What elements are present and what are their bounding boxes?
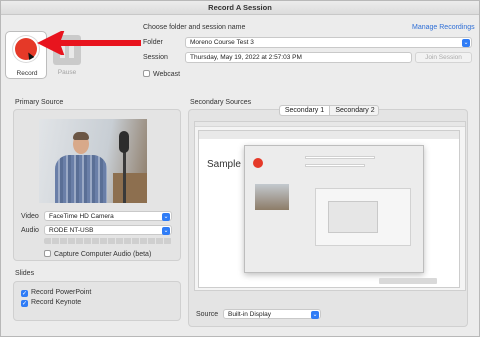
secondary-sources-title: Secondary Sources: [190, 99, 252, 106]
choose-folder-heading: Choose folder and session name: [143, 24, 246, 31]
audio-source-value: RODE NT-USB: [49, 227, 94, 234]
camera-preview: [39, 119, 147, 203]
preview-folder-field: [305, 156, 375, 159]
session-label: Session: [143, 54, 168, 61]
chevron-down-icon: ⌄: [162, 213, 170, 221]
presenter-shirt: [55, 155, 107, 203]
presenter-hair: [73, 132, 89, 140]
record-powerpoint-checkbox[interactable]: ✓ Record PowerPoint: [21, 289, 91, 297]
audio-label: Audio: [21, 227, 39, 234]
primary-source-title: Primary Source: [15, 99, 64, 106]
secondary-source-value: Built-in Display: [228, 311, 271, 318]
capture-audio-label: Capture Computer Audio (beta): [54, 251, 152, 258]
source-label: Source: [196, 311, 219, 318]
camera-shelf: [113, 173, 147, 203]
preview-footer-bar: [379, 278, 437, 284]
record-label: Record: [16, 70, 38, 77]
secondary-source-select[interactable]: Built-in Display ⌄: [223, 309, 321, 319]
webcast-checkbox-box[interactable]: [143, 70, 150, 77]
secondary-tabs: Secondary 1 Secondary 2: [279, 105, 379, 116]
audio-source-select[interactable]: RODE NT-USB ⌄: [44, 225, 172, 235]
tab-secondary-1[interactable]: Secondary 1: [280, 106, 330, 115]
capture-computer-audio-checkbox[interactable]: Capture Computer Audio (beta): [44, 250, 151, 258]
folder-select[interactable]: Moreno Course Test 3 ⌄: [185, 37, 472, 48]
chevron-down-icon: ⌄: [311, 311, 319, 319]
preview-tabbar: [199, 131, 459, 139]
folder-label: Folder: [143, 39, 163, 46]
preview-nested-screen: [328, 201, 378, 233]
preview-inner-screen: [315, 188, 411, 246]
session-name-input[interactable]: Thursday, May 19, 2022 at 2:57:03 PM: [185, 52, 412, 63]
video-label: Video: [21, 213, 39, 220]
preview-menubar: [195, 122, 465, 127]
preview-session-field: [305, 164, 365, 167]
video-source-select[interactable]: FaceTime HD Camera ⌄: [44, 211, 172, 221]
annotation-arrow-icon: [37, 31, 141, 55]
chevron-down-icon: ⌄: [162, 227, 170, 235]
audio-level-meter: [44, 238, 172, 244]
manage-recordings-link[interactable]: Manage Recordings: [412, 24, 475, 31]
record-powerpoint-label: Record PowerPoint: [31, 289, 92, 296]
microphone-icon: [119, 131, 129, 153]
check-icon[interactable]: ✓: [21, 290, 28, 297]
preview-record-icon: [253, 158, 263, 168]
screen-preview: Sample Course: [194, 121, 466, 291]
chevron-down-icon: ⌄: [462, 39, 470, 47]
pause-label: Pause: [57, 69, 77, 76]
record-keynote-label: Record Keynote: [31, 299, 82, 306]
preview-browser-window: Sample Course: [198, 130, 460, 288]
check-icon[interactable]: ✓: [21, 300, 28, 307]
capture-audio-checkbox-box[interactable]: [44, 250, 51, 257]
preview-camera-thumb: [255, 184, 289, 210]
join-session-button[interactable]: Join Session: [415, 52, 472, 63]
webcast-checkbox[interactable]: Webcast: [143, 70, 180, 78]
webcast-label: Webcast: [153, 71, 181, 78]
video-source-value: FaceTime HD Camera: [49, 213, 114, 220]
window-title: Record A Session: [1, 1, 479, 15]
record-keynote-checkbox[interactable]: ✓ Record Keynote: [21, 299, 81, 307]
preview-dialog: [244, 145, 424, 273]
mic-arm: [123, 149, 126, 203]
slides-title: Slides: [15, 270, 35, 277]
folder-value: Moreno Course Test 3: [190, 39, 254, 46]
record-session-window: Record A Session Record Pause Choose fol…: [0, 0, 480, 337]
tab-secondary-2[interactable]: Secondary 2: [330, 106, 380, 115]
